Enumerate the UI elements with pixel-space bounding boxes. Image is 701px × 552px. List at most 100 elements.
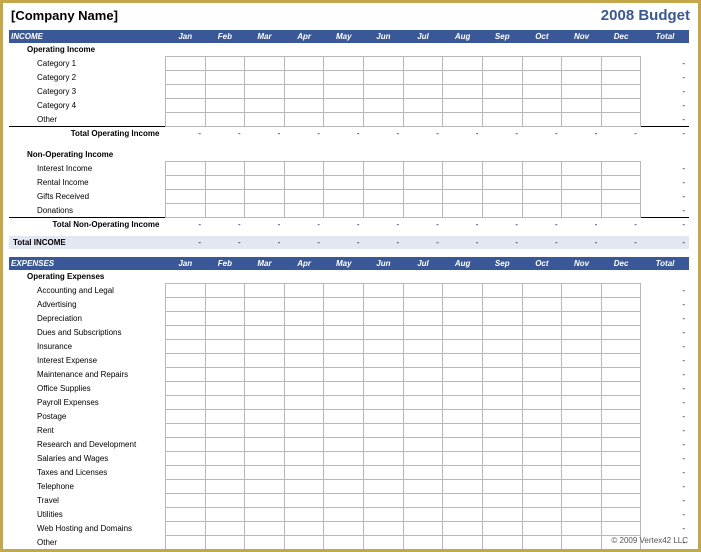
cell-input[interactable] bbox=[482, 113, 522, 127]
cell-input[interactable] bbox=[245, 382, 285, 396]
cell-input[interactable] bbox=[601, 396, 641, 410]
cell-input[interactable] bbox=[245, 368, 285, 382]
cell-input[interactable] bbox=[601, 494, 641, 508]
cell-input[interactable] bbox=[165, 85, 205, 99]
cell-input[interactable] bbox=[482, 204, 522, 218]
cell-input[interactable] bbox=[245, 480, 285, 494]
cell-input[interactable] bbox=[324, 466, 364, 480]
cell-input[interactable] bbox=[284, 190, 324, 204]
cell-input[interactable] bbox=[324, 438, 364, 452]
cell-input[interactable] bbox=[245, 99, 285, 113]
cell-input[interactable] bbox=[324, 284, 364, 298]
cell-input[interactable] bbox=[522, 99, 562, 113]
cell-input[interactable] bbox=[324, 176, 364, 190]
cell-input[interactable] bbox=[205, 85, 245, 99]
cell-input[interactable] bbox=[165, 57, 205, 71]
cell-input[interactable] bbox=[562, 396, 602, 410]
cell-input[interactable] bbox=[364, 190, 404, 204]
cell-input[interactable] bbox=[165, 396, 205, 410]
cell-input[interactable] bbox=[205, 368, 245, 382]
cell-input[interactable] bbox=[324, 162, 364, 176]
cell-input[interactable] bbox=[245, 410, 285, 424]
cell-input[interactable] bbox=[324, 190, 364, 204]
cell-input[interactable] bbox=[522, 382, 562, 396]
cell-input[interactable] bbox=[245, 176, 285, 190]
cell-input[interactable] bbox=[324, 113, 364, 127]
cell-input[interactable] bbox=[403, 508, 443, 522]
cell-input[interactable] bbox=[284, 368, 324, 382]
cell-input[interactable] bbox=[364, 85, 404, 99]
cell-input[interactable] bbox=[443, 536, 483, 550]
cell-input[interactable] bbox=[165, 190, 205, 204]
cell-input[interactable] bbox=[443, 113, 483, 127]
cell-input[interactable] bbox=[245, 396, 285, 410]
cell-input[interactable] bbox=[482, 368, 522, 382]
cell-input[interactable] bbox=[403, 494, 443, 508]
cell-input[interactable] bbox=[562, 410, 602, 424]
cell-input[interactable] bbox=[482, 466, 522, 480]
cell-input[interactable] bbox=[165, 452, 205, 466]
cell-input[interactable] bbox=[403, 57, 443, 71]
cell-input[interactable] bbox=[364, 396, 404, 410]
cell-input[interactable] bbox=[245, 354, 285, 368]
cell-input[interactable] bbox=[205, 466, 245, 480]
cell-input[interactable] bbox=[482, 396, 522, 410]
cell-input[interactable] bbox=[205, 99, 245, 113]
cell-input[interactable] bbox=[165, 340, 205, 354]
cell-input[interactable] bbox=[245, 190, 285, 204]
cell-input[interactable] bbox=[205, 508, 245, 522]
cell-input[interactable] bbox=[364, 466, 404, 480]
cell-input[interactable] bbox=[284, 113, 324, 127]
cell-input[interactable] bbox=[443, 57, 483, 71]
cell-input[interactable] bbox=[205, 424, 245, 438]
cell-input[interactable] bbox=[522, 312, 562, 326]
cell-input[interactable] bbox=[601, 424, 641, 438]
cell-input[interactable] bbox=[403, 190, 443, 204]
cell-input[interactable] bbox=[522, 326, 562, 340]
cell-input[interactable] bbox=[522, 494, 562, 508]
cell-input[interactable] bbox=[364, 204, 404, 218]
cell-input[interactable] bbox=[562, 368, 602, 382]
cell-input[interactable] bbox=[165, 382, 205, 396]
cell-input[interactable] bbox=[245, 522, 285, 536]
cell-input[interactable] bbox=[284, 354, 324, 368]
cell-input[interactable] bbox=[284, 410, 324, 424]
cell-input[interactable] bbox=[522, 340, 562, 354]
cell-input[interactable] bbox=[522, 57, 562, 71]
cell-input[interactable] bbox=[482, 438, 522, 452]
cell-input[interactable] bbox=[245, 162, 285, 176]
cell-input[interactable] bbox=[364, 410, 404, 424]
cell-input[interactable] bbox=[205, 396, 245, 410]
cell-input[interactable] bbox=[364, 382, 404, 396]
cell-input[interactable] bbox=[482, 99, 522, 113]
cell-input[interactable] bbox=[601, 452, 641, 466]
cell-input[interactable] bbox=[522, 438, 562, 452]
cell-input[interactable] bbox=[205, 204, 245, 218]
cell-input[interactable] bbox=[403, 382, 443, 396]
cell-input[interactable] bbox=[205, 71, 245, 85]
cell-input[interactable] bbox=[205, 284, 245, 298]
cell-input[interactable] bbox=[403, 340, 443, 354]
cell-input[interactable] bbox=[482, 298, 522, 312]
cell-input[interactable] bbox=[443, 508, 483, 522]
cell-input[interactable] bbox=[482, 71, 522, 85]
cell-input[interactable] bbox=[601, 326, 641, 340]
cell-input[interactable] bbox=[284, 452, 324, 466]
cell-input[interactable] bbox=[522, 298, 562, 312]
cell-input[interactable] bbox=[403, 424, 443, 438]
cell-input[interactable] bbox=[482, 536, 522, 550]
cell-input[interactable] bbox=[205, 57, 245, 71]
cell-input[interactable] bbox=[562, 99, 602, 113]
cell-input[interactable] bbox=[522, 452, 562, 466]
cell-input[interactable] bbox=[324, 522, 364, 536]
cell-input[interactable] bbox=[403, 113, 443, 127]
cell-input[interactable] bbox=[205, 536, 245, 550]
cell-input[interactable] bbox=[165, 494, 205, 508]
cell-input[interactable] bbox=[324, 354, 364, 368]
cell-input[interactable] bbox=[165, 99, 205, 113]
cell-input[interactable] bbox=[522, 176, 562, 190]
cell-input[interactable] bbox=[324, 99, 364, 113]
cell-input[interactable] bbox=[205, 190, 245, 204]
cell-input[interactable] bbox=[443, 176, 483, 190]
cell-input[interactable] bbox=[562, 508, 602, 522]
